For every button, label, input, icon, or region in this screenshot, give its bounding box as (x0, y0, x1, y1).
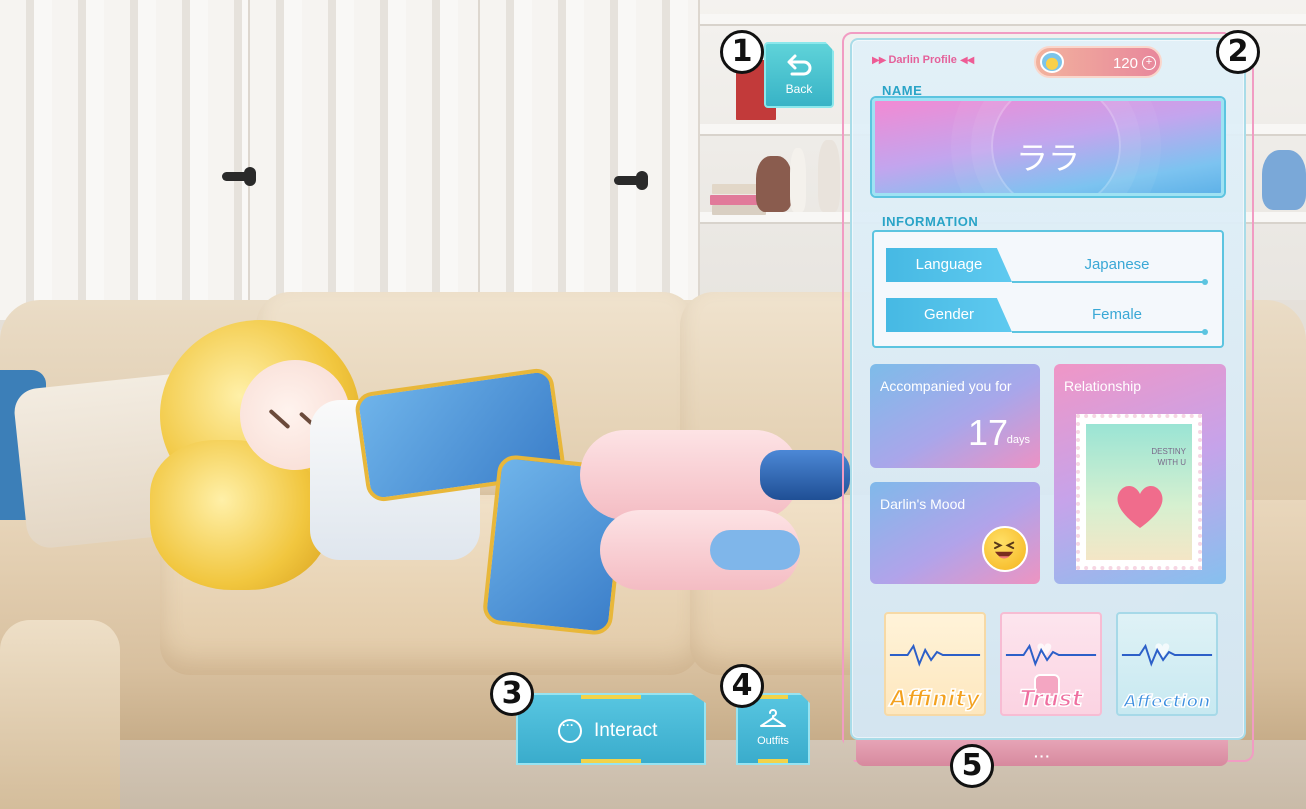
information-box: Language Japanese Gender Female (872, 230, 1224, 348)
trust-stat-button[interactable]: ♥ Trust (1000, 612, 1102, 716)
door-panel-right (480, 0, 700, 320)
door-handle (614, 171, 648, 190)
affection-stat-button[interactable]: ♥ Affection (1116, 612, 1218, 716)
info-row-language: Language Japanese (886, 248, 1212, 285)
currency-value: 120 (1112, 55, 1138, 72)
accompanied-days: 17 (967, 412, 1008, 453)
relationship-card[interactable]: Relationship DESTINY WITH U (1054, 364, 1226, 584)
return-arrow-icon (787, 54, 812, 76)
callout-number: 3 (490, 672, 534, 716)
information-section-label: INFORMATION (882, 214, 979, 229)
callout-number: 5 (950, 744, 994, 788)
info-underline (1012, 279, 1208, 285)
character-name: ララ (1015, 139, 1080, 177)
title-arrows-left: ▶▶ (872, 55, 886, 66)
back-button-label: Back (785, 82, 813, 96)
info-value: Female (1091, 306, 1143, 323)
callout-number: 4 (720, 664, 764, 708)
info-value: Japanese (1084, 256, 1150, 273)
affection-label: Affection (1123, 691, 1211, 713)
destiny-stamp: DESTINY WITH U (1076, 414, 1202, 570)
stamp-text-destiny: DESTINY (1151, 447, 1186, 456)
trust-label: Trust (1019, 686, 1083, 713)
mood-label: Darlin's Mood (880, 496, 966, 512)
character-boot (710, 530, 800, 570)
add-currency-button[interactable]: + (1142, 56, 1156, 70)
callout-number: 2 (1216, 30, 1260, 74)
coin-icon (1040, 51, 1064, 73)
accompanied-label: Accompanied you for (880, 378, 1012, 394)
info-underline (1012, 329, 1208, 335)
affinity-label: Affinity (889, 686, 981, 713)
vase (756, 156, 792, 212)
closed-eye (268, 408, 291, 430)
character-boot (760, 450, 850, 500)
hanger-icon (760, 709, 786, 727)
name-section-label: NAME (882, 83, 923, 98)
heartbeat-wave-icon (1005, 643, 1097, 667)
heart-icon (1117, 485, 1163, 528)
sleeping-character[interactable] (150, 320, 860, 660)
info-key: Language (886, 248, 1012, 282)
shelf-board (700, 14, 1306, 26)
sofa-arm (0, 620, 120, 809)
relationship-label: Relationship (1064, 378, 1142, 394)
currency-display[interactable]: 120 + (1034, 46, 1162, 78)
interact-button[interactable]: Interact (516, 693, 706, 765)
vase (818, 140, 840, 212)
title-arrows-right: ◀◀ (959, 55, 974, 66)
curtain-left (0, 0, 250, 320)
chat-bubble-icon (558, 718, 582, 743)
heartbeat-wave-icon (889, 643, 981, 667)
outfits-button-label: Outfits (757, 735, 789, 747)
back-button[interactable]: Back (764, 42, 834, 108)
panel-title: ▶▶ Darlin Profile ◀◀ (872, 54, 974, 66)
callout-number: 1 (720, 30, 764, 74)
name-box[interactable]: ララ (872, 98, 1224, 196)
stamp-text-with-u: WITH U (1157, 458, 1186, 467)
footer-more-dots[interactable]: ··· (1034, 748, 1051, 764)
laughing-face-icon (982, 526, 1028, 572)
info-key: Gender (886, 298, 1012, 332)
info-row-gender: Gender Female (886, 298, 1212, 335)
panel-title-text: Darlin Profile (888, 54, 957, 66)
accompanied-card: Accompanied you for 17 days (870, 364, 1040, 468)
heartbeat-wave-icon (1121, 643, 1213, 667)
vase (1262, 150, 1306, 210)
accompanied-days-unit: days (1006, 434, 1030, 446)
vase (790, 148, 806, 212)
door-panel-left (250, 0, 480, 320)
door-handle (222, 167, 256, 186)
interact-button-label: Interact (594, 720, 658, 741)
mood-card[interactable]: Darlin's Mood (870, 482, 1040, 584)
affinity-stat-button[interactable]: Affinity (884, 612, 986, 716)
